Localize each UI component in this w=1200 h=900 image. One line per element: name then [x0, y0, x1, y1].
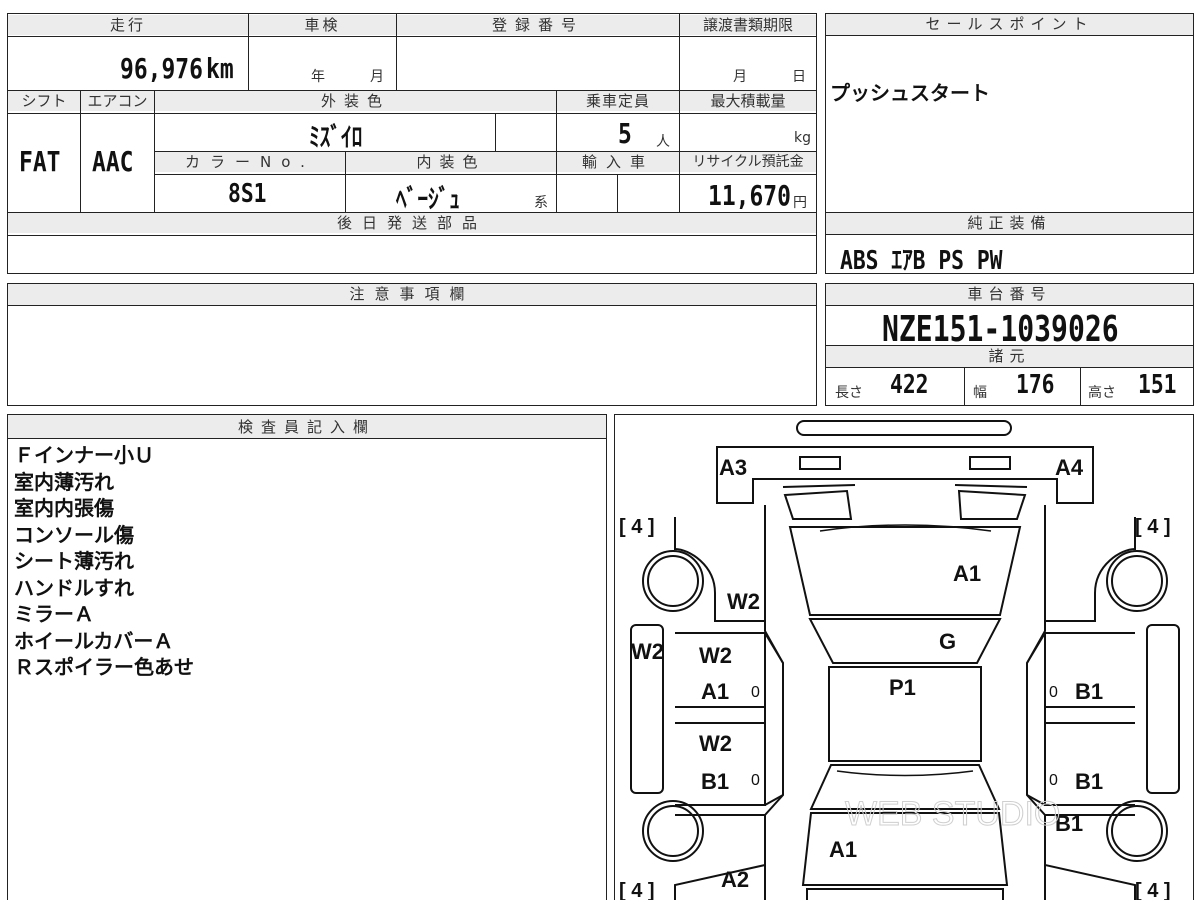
- recycle-label: リサイクル預託金: [680, 152, 816, 172]
- transfer-label: 譲渡書類期限: [680, 15, 816, 35]
- code-roof: P1: [889, 675, 916, 700]
- inspector-panel: 検査員記入欄 Ｆインナー小Ｕ 室内薄汚れ 室内内張傷 コンソール傷 シート薄汚れ…: [7, 414, 607, 900]
- sales-point-panel: セールスポイント プッシュスタート: [825, 13, 1194, 213]
- inspection-month-unit: 月: [370, 69, 384, 85]
- mileage-unit: km: [206, 52, 234, 85]
- mileage-value: 96,976: [120, 52, 203, 85]
- door-mark: 0: [1049, 684, 1058, 701]
- shift-value: FAT: [19, 145, 61, 178]
- width-value: 176: [1016, 370, 1055, 400]
- code-windshield: G: [939, 629, 956, 654]
- standard-equipment-panel: 純正装備 ABS ｴｱB PS PW: [825, 212, 1194, 276]
- code-front-right-corner: A4: [1055, 455, 1084, 480]
- aircon-value: AAC: [92, 145, 134, 178]
- capacity-unit: 人: [656, 134, 670, 150]
- code-front-left-corner: A3: [719, 455, 747, 480]
- later-parts-label: 後日発送部品: [8, 213, 816, 233]
- inspector-remarks-list: Ｆインナー小Ｕ 室内薄汚れ 室内内張傷 コンソール傷 シート薄汚れ ハンドルすれ…: [14, 442, 194, 681]
- exterior-color-value: ﾐｽﾞｲﾛ: [309, 123, 363, 153]
- tire-bracket-fl: [ 4 ]: [619, 516, 655, 538]
- vehicle-info-grid: 走行 車検 登録番号 譲渡書類期限 96,976 km 年 月 月 日 シフト …: [7, 13, 817, 274]
- max-load-label: 最大積載量: [680, 91, 816, 111]
- interior-color-suffix: 系: [534, 195, 548, 211]
- remark-line: ホイールカバーＡ: [14, 628, 174, 653]
- remark-line: 室内内張傷: [14, 496, 114, 520]
- interior-color-value: ﾍﾞｰｼﾞｭ: [396, 185, 460, 215]
- remark-line: ハンドルすれ: [14, 575, 134, 600]
- code-rear-left-corner: A2: [721, 867, 749, 892]
- shift-label: シフト: [8, 91, 80, 111]
- height-value: 151: [1138, 370, 1177, 400]
- interior-color-label: 内装色: [346, 152, 556, 172]
- tire-bracket-rl: [ 4 ]: [619, 880, 655, 900]
- length-label: 長さ: [835, 385, 863, 401]
- chassis-panel: 車台番号 NZE151-1039026 諸元 長さ 422 幅 176 高さ 1…: [825, 283, 1194, 406]
- exterior-color-label: 外装色: [155, 91, 556, 111]
- mileage-label: 走行: [8, 15, 248, 35]
- code-left-front-fender: W2: [727, 589, 760, 614]
- length-value: 422: [890, 370, 929, 400]
- code-left-front-door-bottom: A1: [701, 679, 729, 704]
- color-no-label: カラーNo.: [155, 152, 345, 172]
- capacity-label: 乗車定員: [557, 91, 679, 111]
- aircon-label: エアコン: [81, 91, 154, 111]
- registration-label: 登録番号: [397, 15, 679, 35]
- width-label: 幅: [973, 385, 987, 401]
- inspection-year-unit: 年: [311, 69, 325, 85]
- remark-line: Ｆインナー小Ｕ: [14, 443, 154, 467]
- max-load-unit: kg: [794, 130, 811, 146]
- standard-equipment-text: ABS ｴｱB PS PW: [840, 246, 1003, 276]
- door-mark: 0: [751, 772, 760, 789]
- sales-point-text: プッシュスタート: [830, 81, 990, 105]
- import-label: 輸入車: [557, 152, 679, 172]
- color-no-value: 8S1: [228, 179, 267, 209]
- watermark: WEB STUDIO: [845, 795, 1060, 833]
- remark-line: Ｒスポイラー色あせ: [14, 655, 194, 679]
- door-mark: 0: [751, 684, 760, 701]
- transfer-day-unit: 日: [792, 69, 806, 85]
- remark-line: コンソール傷: [14, 522, 134, 547]
- sales-point-label: セールスポイント: [826, 14, 1193, 36]
- code-left-rear-door-top: W2: [699, 731, 732, 756]
- door-mark: 0: [1049, 772, 1058, 789]
- code-left-rocker: W2: [631, 639, 664, 664]
- inspector-label: 検査員記入欄: [8, 415, 606, 439]
- transfer-month-unit: 月: [733, 69, 747, 85]
- code-left-front-door-top: W2: [699, 643, 732, 668]
- remark-line: ミラーＡ: [14, 602, 94, 626]
- car-diagram: 0 0 0 0 [ 4 ] [ 4 ] [ 4 ] [ 4 ] A3 A4 A1…: [619, 420, 1180, 900]
- code-left-rear-door-bottom: B1: [701, 769, 729, 794]
- car-diagram-panel: 0 0 0 0 [ 4 ] [ 4 ] [ 4 ] [ 4 ] A3 A4 A1…: [614, 414, 1194, 900]
- recycle-value: 11,670: [708, 179, 791, 212]
- inspection-label: 車検: [249, 15, 396, 35]
- code-hood: A1: [953, 561, 981, 586]
- remark-line: 室内薄汚れ: [14, 469, 114, 494]
- tire-bracket-rr: [ 4 ]: [1135, 880, 1171, 900]
- standard-equipment-label: 純正装備: [826, 213, 1193, 235]
- capacity-value: 5: [618, 117, 632, 150]
- recycle-unit: 円: [793, 195, 807, 211]
- specs-label: 諸元: [826, 346, 1193, 368]
- chassis-value: NZE151-1039026: [882, 309, 1119, 350]
- tire-bracket-fr: [ 4 ]: [1135, 516, 1171, 538]
- code-right-front-door: B1: [1075, 679, 1103, 704]
- notes-panel: 注意事項欄: [7, 283, 817, 406]
- height-label: 高さ: [1088, 385, 1116, 401]
- code-right-rear-door: B1: [1075, 769, 1103, 794]
- code-trunk: A1: [829, 837, 857, 862]
- chassis-label: 車台番号: [826, 284, 1193, 306]
- notes-label: 注意事項欄: [8, 284, 816, 306]
- remark-line: シート薄汚れ: [14, 549, 134, 573]
